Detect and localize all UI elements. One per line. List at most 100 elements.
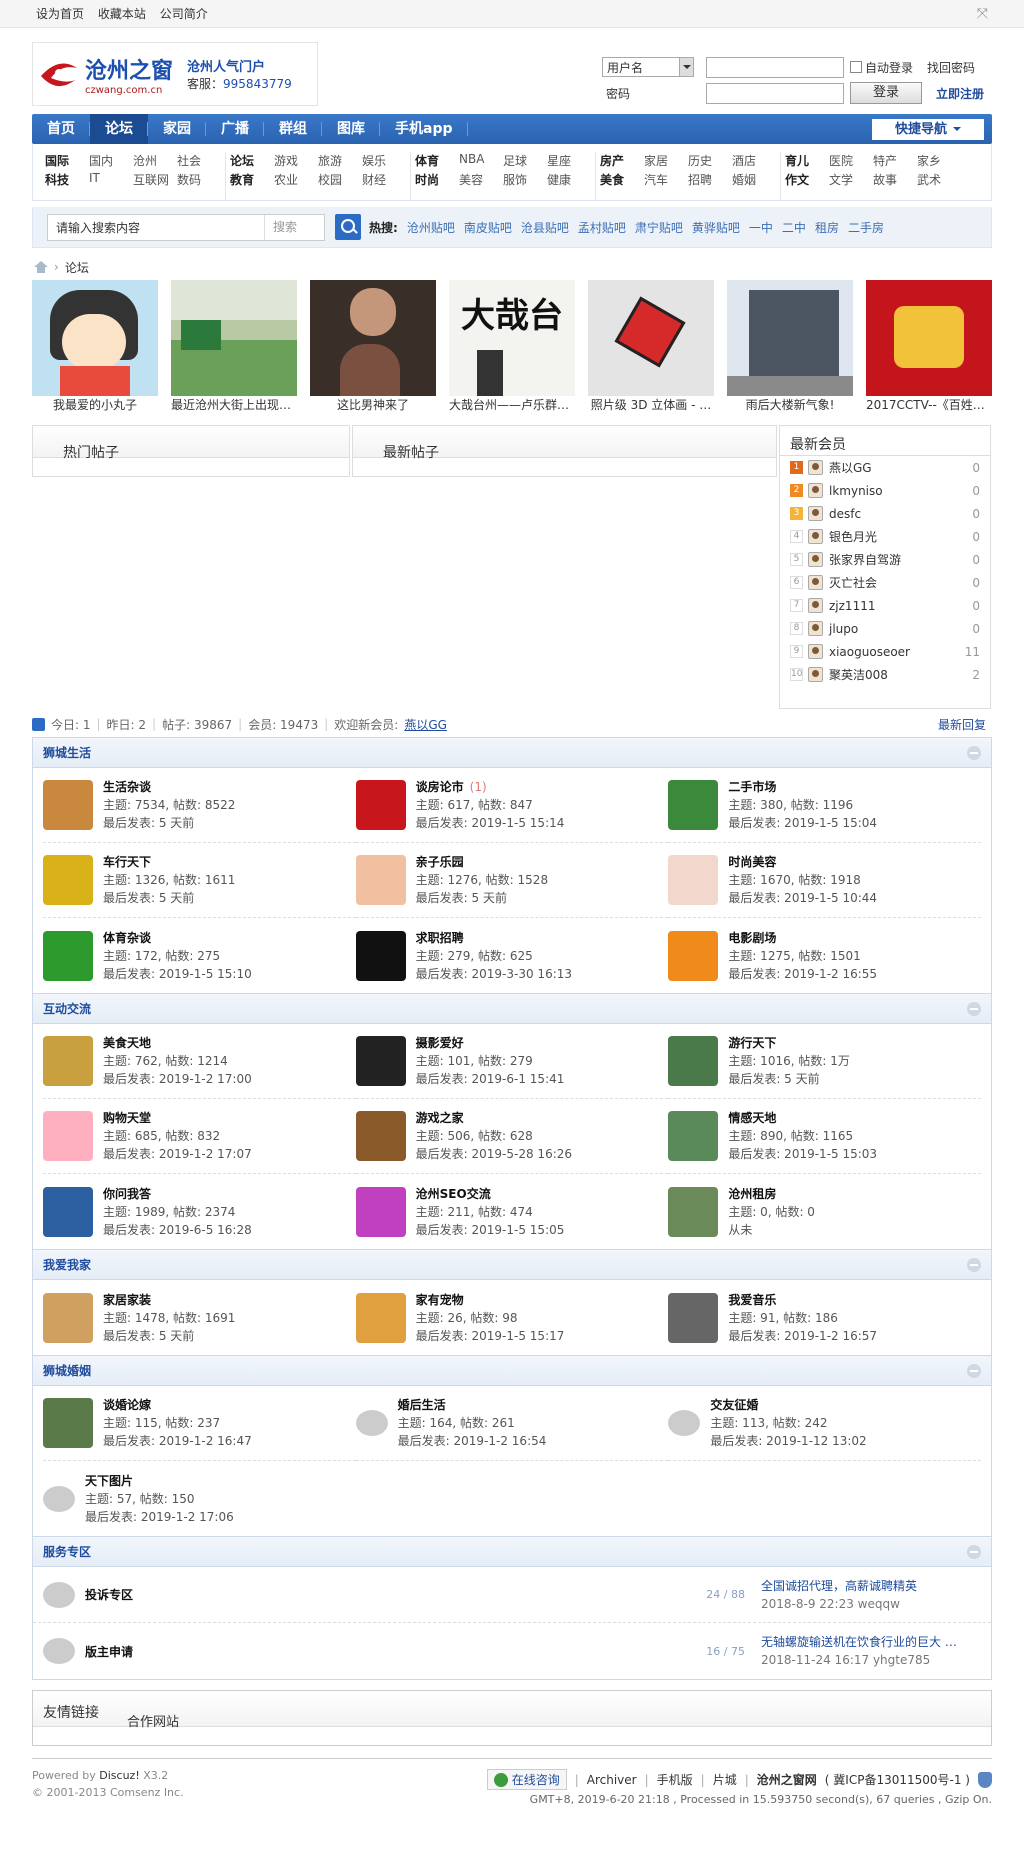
category-link[interactable]: 校园	[318, 171, 362, 190]
member-item[interactable]: 5 张家界自驾游 0	[780, 548, 990, 571]
last-post-link[interactable]: 无轴螺旋输送机在饮食行业的巨大 …	[761, 1633, 981, 1651]
hot-link[interactable]: 沧州贴吧	[407, 219, 455, 236]
category-link[interactable]: 游戏	[274, 152, 318, 171]
member-name[interactable]: lkmyniso	[829, 484, 972, 498]
category-link[interactable]: 武术	[917, 171, 961, 190]
forum-item[interactable]: 游行天下 主题: 1016, 帖数: 1万 最后发表: 5 天前	[668, 1024, 981, 1099]
category-link[interactable]: 星座	[547, 152, 591, 171]
nav-home[interactable]: 首页	[32, 114, 90, 144]
nav-groups[interactable]: 群组	[264, 114, 322, 144]
gallery-item[interactable]: 大哉台 大哉台州——卢乐群书…	[449, 280, 575, 415]
category-link[interactable]: 沧州	[133, 152, 177, 171]
forum-item[interactable]: 我爱音乐 主题: 91, 帖数: 186 最后发表: 2019-1-2 16:57	[668, 1280, 981, 1355]
member-name[interactable]: 张家界自驾游	[829, 551, 972, 568]
forum-icon[interactable]	[43, 1186, 93, 1237]
archiver-link[interactable]: Archiver	[587, 1773, 637, 1787]
member-name[interactable]: jlupo	[829, 622, 972, 636]
category-link[interactable]: 美容	[459, 171, 503, 190]
forum-icon[interactable]	[43, 1398, 93, 1448]
forum-name[interactable]: 摄影爱好	[416, 1036, 464, 1050]
category-link[interactable]: 酒店	[732, 152, 776, 171]
forum-icon[interactable]	[668, 1111, 719, 1161]
forum-item[interactable]: 情感天地 主题: 890, 帖数: 1165 最后发表: 2019-1-5 15:0…	[668, 1099, 981, 1174]
collapse-icon[interactable]	[967, 1001, 981, 1016]
nav-gallery[interactable]: 图库	[322, 114, 380, 144]
login-button[interactable]: 登录	[850, 82, 922, 104]
category-link[interactable]: 房产	[600, 152, 644, 171]
section-header[interactable]: 我爱我家	[33, 1250, 991, 1280]
forum-item[interactable]: 亲子乐园 主题: 1276, 帖数: 1528 最后发表: 5 天前	[355, 843, 669, 918]
hot-link[interactable]: 一中	[749, 219, 773, 236]
forum-item[interactable]: 车行天下 主题: 1326, 帖数: 1611 最后发表: 5 天前	[43, 843, 356, 918]
forum-item[interactable]: 交友征婚 主题: 113, 帖数: 242 最后发表: 2019-1-12 13:0…	[668, 1386, 981, 1461]
forgot-password-link[interactable]: 找回密码	[927, 59, 975, 76]
forum-icon[interactable]	[355, 1111, 406, 1161]
forum-item[interactable]: 游戏之家 主题: 506, 帖数: 628 最后发表: 2019-5-28 16:2…	[355, 1099, 669, 1174]
section-header[interactable]: 狮城生活	[33, 738, 991, 768]
category-link[interactable]: 育儿	[785, 152, 829, 171]
nav-mobile-app[interactable]: 手机app	[380, 114, 468, 144]
forum-item[interactable]: 体育杂谈 主题: 172, 帖数: 275 最后发表: 2019-1-5 15:10	[43, 918, 356, 993]
hot-link[interactable]: 租房	[815, 219, 839, 236]
forum-item[interactable]: 购物天堂 主题: 685, 帖数: 832 最后发表: 2019-1-2 17:07	[43, 1099, 356, 1174]
category-link[interactable]: 论坛	[230, 152, 274, 171]
forum-name[interactable]: 电影剧场	[728, 931, 776, 945]
category-link[interactable]: 美食	[600, 171, 644, 190]
forum-icon[interactable]	[668, 930, 719, 981]
member-name[interactable]: 银色月光	[829, 528, 972, 545]
member-item[interactable]: 6 灭亡社会 0	[780, 571, 990, 594]
member-item[interactable]: 10 聚英洁008 2	[780, 663, 990, 686]
category-link[interactable]: 家乡	[917, 152, 961, 171]
forum-name[interactable]: 时尚美容	[728, 855, 776, 869]
about-link[interactable]: 公司简介	[160, 7, 208, 21]
forum-name[interactable]: 沧州SEO交流	[416, 1187, 491, 1201]
category-link[interactable]: 国内	[89, 152, 133, 171]
forum-name[interactable]: 求职招聘	[416, 931, 464, 945]
category-link[interactable]: NBA	[459, 152, 503, 171]
register-link[interactable]: 立即注册	[936, 85, 984, 102]
category-link[interactable]: 汽车	[644, 171, 688, 190]
brand-link[interactable]: 沧州之窗网	[757, 1771, 817, 1788]
forum-name[interactable]: 车行天下	[103, 855, 151, 869]
member-name[interactable]: desfc	[829, 507, 972, 521]
category-link[interactable]: 国际	[45, 152, 89, 171]
category-link[interactable]: 数码	[177, 171, 221, 190]
forum-item[interactable]: 家居家装 主题: 1478, 帖数: 1691 最后发表: 5 天前	[43, 1280, 356, 1355]
section-header[interactable]: 互动交流	[33, 994, 991, 1024]
forum-icon[interactable]	[43, 930, 93, 981]
forum-icon[interactable]	[43, 1292, 93, 1343]
gallery-item[interactable]: 最近沧州大街上出现了…	[171, 280, 297, 415]
forum-name[interactable]: 体育杂谈	[103, 931, 151, 945]
member-item[interactable]: 3 desfc 0	[780, 502, 990, 525]
forum-item[interactable]: 家有宠物 主题: 26, 帖数: 98 最后发表: 2019-1-5 15:17	[355, 1280, 669, 1355]
forum-name[interactable]: 天下图片	[85, 1474, 133, 1488]
section-header[interactable]: 服务专区	[33, 1537, 991, 1567]
member-item[interactable]: 4 银色月光 0	[780, 525, 990, 548]
home-icon[interactable]	[34, 261, 48, 273]
category-link[interactable]: 婚姻	[732, 171, 776, 190]
hot-link[interactable]: 南皮贴吧	[464, 219, 512, 236]
category-link[interactable]: 医院	[829, 152, 873, 171]
login-type-select[interactable]: 用户名	[602, 57, 694, 77]
service-row[interactable]: 版主申请 16 / 75 无轴螺旋输送机在饮食行业的巨大 … 2018-11-24…	[33, 1623, 991, 1679]
forum-icon[interactable]	[668, 855, 719, 905]
member-item[interactable]: 7 zjz1111 0	[780, 594, 990, 617]
member-name[interactable]: xiaoguoseoer	[829, 645, 965, 659]
fullscreen-icon[interactable]: ⤧	[977, 6, 988, 22]
forum-item[interactable]: 婚后生活 主题: 164, 帖数: 261 最后发表: 2019-1-2 16:54	[355, 1386, 669, 1461]
forum-name[interactable]: 家有宠物	[416, 1293, 464, 1307]
forum-item[interactable]: 二手市场 主题: 380, 帖数: 1196 最后发表: 2019-1-5 15:0…	[668, 768, 981, 843]
forum-icon[interactable]	[668, 780, 719, 830]
forum-item[interactable]: 求职招聘 主题: 279, 帖数: 625 最后发表: 2019-3-30 16:1…	[355, 918, 669, 993]
forum-name[interactable]: 沧州租房	[728, 1187, 776, 1201]
breadcrumb-current[interactable]: 论坛	[65, 259, 89, 276]
forum-item[interactable]: 摄影爱好 主题: 101, 帖数: 279 最后发表: 2019-6-1 15:41	[355, 1024, 669, 1099]
remember-checkbox[interactable]: 自动登录	[850, 59, 913, 76]
category-link[interactable]: 家居	[644, 152, 688, 171]
set-home-link[interactable]: 设为首页	[36, 7, 84, 21]
category-link[interactable]: 历史	[688, 152, 732, 171]
online-consult-button[interactable]: 在线咨询	[486, 1769, 567, 1790]
password-input[interactable]	[706, 82, 844, 104]
forum-icon[interactable]	[355, 1186, 406, 1237]
category-link[interactable]: 文学	[829, 171, 873, 190]
